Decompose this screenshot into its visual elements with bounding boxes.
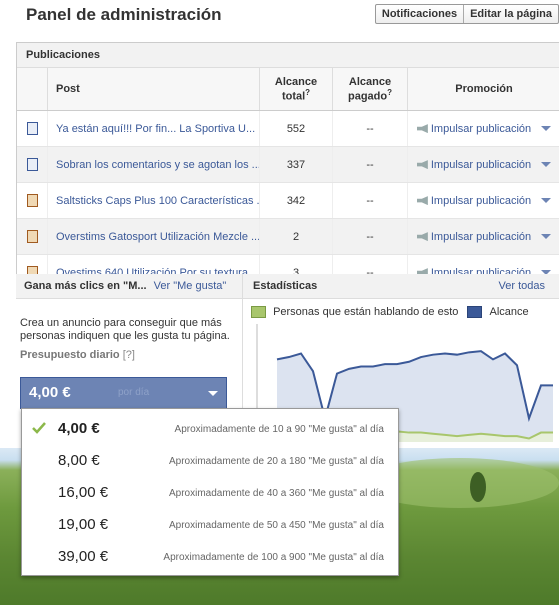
table-row: Saltsticks Caps Plus 100 Características… — [17, 182, 559, 219]
page-header: Panel de administración Notificaciones E… — [0, 0, 559, 42]
chevron-down-icon — [541, 198, 552, 204]
check-icon — [32, 422, 46, 434]
reach-value: 2 — [259, 218, 333, 255]
stats-header: Estadísticas Ver todas — [243, 274, 559, 299]
budget-value: 4,00 € — [29, 384, 71, 401]
option-amount: 8,00 € — [58, 452, 100, 469]
ad-header: Gana más clics en "M... Ver "Me gusta" — [16, 274, 242, 299]
header-buttons: Notificaciones Editar la página — [374, 4, 559, 24]
reach-column-header[interactable]: Alcance total? — [259, 68, 333, 111]
table-row: Overstims Gatosport Utilización Mezcle .… — [17, 218, 559, 255]
view-likes-link[interactable]: Ver "Me gusta" — [154, 280, 227, 292]
megaphone-icon — [416, 232, 428, 242]
post-column-header[interactable]: Post — [47, 68, 260, 111]
budget-option[interactable]: 8,00 € Aproximadamente de 20 a 180 "Me gu… — [22, 445, 398, 477]
option-description: Aproximadamente de 50 a 450 "Me gusta" a… — [168, 520, 384, 531]
paid-reach-column-header[interactable]: Alcance pagado? — [332, 68, 408, 111]
post-link[interactable]: Sobran los comentarios y se agotan los .… — [47, 146, 260, 183]
promotion-column-header: Promoción — [407, 68, 559, 111]
per-day-label: por día — [118, 387, 150, 398]
option-amount: 4,00 € — [58, 420, 100, 437]
posts-table: Post Alcance total? Alcance pagado? Prom… — [17, 68, 559, 291]
option-description: Aproximadamente de 100 a 900 "Me gusta" … — [163, 552, 384, 563]
megaphone-icon — [416, 160, 428, 170]
boost-post-button[interactable]: Impulsar publicación — [407, 110, 559, 147]
budget-select[interactable]: 4,00 € por día — [20, 377, 227, 409]
legend-label-reach: Alcance — [489, 306, 529, 319]
boost-post-button[interactable]: Impulsar publicación — [407, 146, 559, 183]
budget-option[interactable]: 39,00 € Aproximadamente de 100 a 900 "Me … — [22, 541, 398, 573]
budget-option[interactable]: 19,00 € Aproximadamente de 50 a 450 "Me g… — [22, 509, 398, 541]
chevron-down-icon — [541, 162, 552, 168]
chart-legend: Personas que están hablando de esto Alca… — [251, 306, 529, 319]
megaphone-icon — [416, 124, 428, 134]
posts-panel: Publicaciones Post Alcance total? Alcanc… — [16, 42, 559, 291]
option-description: Aproximadamente de 10 a 90 "Me gusta" al… — [174, 424, 384, 435]
reach-value: 342 — [259, 182, 333, 219]
megaphone-icon — [416, 196, 428, 206]
reach-value: 337 — [259, 146, 333, 183]
view-all-link[interactable]: Ver todas — [499, 274, 545, 298]
legend-swatch-talking — [251, 306, 266, 319]
icon-column-header — [17, 68, 48, 111]
paid-reach-value: -- — [332, 110, 408, 147]
tree-shape — [470, 472, 486, 502]
budget-option[interactable]: 4,00 € Aproximadamente de 10 a 90 "Me gus… — [22, 413, 398, 445]
paid-reach-value: -- — [332, 146, 408, 183]
chevron-down-icon — [541, 234, 552, 240]
document-icon — [17, 146, 48, 183]
ad-title: Gana más clics en "M... — [24, 280, 147, 292]
option-amount: 19,00 € — [58, 516, 109, 533]
notifications-button[interactable]: Notificaciones — [376, 5, 463, 23]
edit-page-button[interactable]: Editar la página — [463, 5, 558, 23]
stats-title: Estadísticas — [253, 280, 318, 292]
paid-reach-value: -- — [332, 182, 408, 219]
post-link[interactable]: Ya están aquí!!! Por fin... La Sportiva … — [47, 110, 260, 147]
budget-option[interactable]: 16,00 € Aproximadamente de 40 a 360 "Me g… — [22, 477, 398, 509]
boost-post-button[interactable]: Impulsar publicación — [407, 182, 559, 219]
ad-description: Crea un anuncio para conseguir que más p… — [20, 317, 230, 342]
table-row: Ya están aquí!!! Por fin... La Sportiva … — [17, 110, 559, 147]
help-link[interactable]: [?] — [123, 349, 135, 361]
option-amount: 16,00 € — [58, 484, 109, 501]
chevron-down-icon — [541, 126, 552, 132]
photo-icon — [17, 218, 48, 255]
photo-icon — [17, 182, 48, 219]
post-link[interactable]: Saltsticks Caps Plus 100 Características… — [47, 182, 260, 219]
ad-panel: Gana más clics en "M... Ver "Me gusta" C… — [16, 274, 243, 414]
budget-dropdown-menu: 4,00 € Aproximadamente de 10 a 90 "Me gus… — [21, 408, 399, 576]
boost-post-button[interactable]: Impulsar publicación — [407, 218, 559, 255]
table-row: Sobran los comentarios y se agotan los .… — [17, 146, 559, 183]
option-amount: 39,00 € — [58, 548, 109, 565]
reach-value: 552 — [259, 110, 333, 147]
option-description: Aproximadamente de 20 a 180 "Me gusta" a… — [168, 456, 384, 467]
document-icon — [17, 110, 48, 147]
chevron-down-icon — [208, 391, 218, 396]
posts-title: Publicaciones — [17, 43, 559, 68]
legend-label-talking: Personas que están hablando de esto — [273, 306, 459, 319]
post-link[interactable]: Overstims Gatosport Utilización Mezcle .… — [47, 218, 260, 255]
paid-reach-value: -- — [332, 218, 408, 255]
legend-swatch-reach — [467, 306, 483, 319]
budget-label: Presupuesto diario [?] — [20, 349, 135, 361]
page-title: Panel de administración — [26, 5, 222, 24]
option-description: Aproximadamente de 40 a 360 "Me gusta" a… — [168, 488, 384, 499]
